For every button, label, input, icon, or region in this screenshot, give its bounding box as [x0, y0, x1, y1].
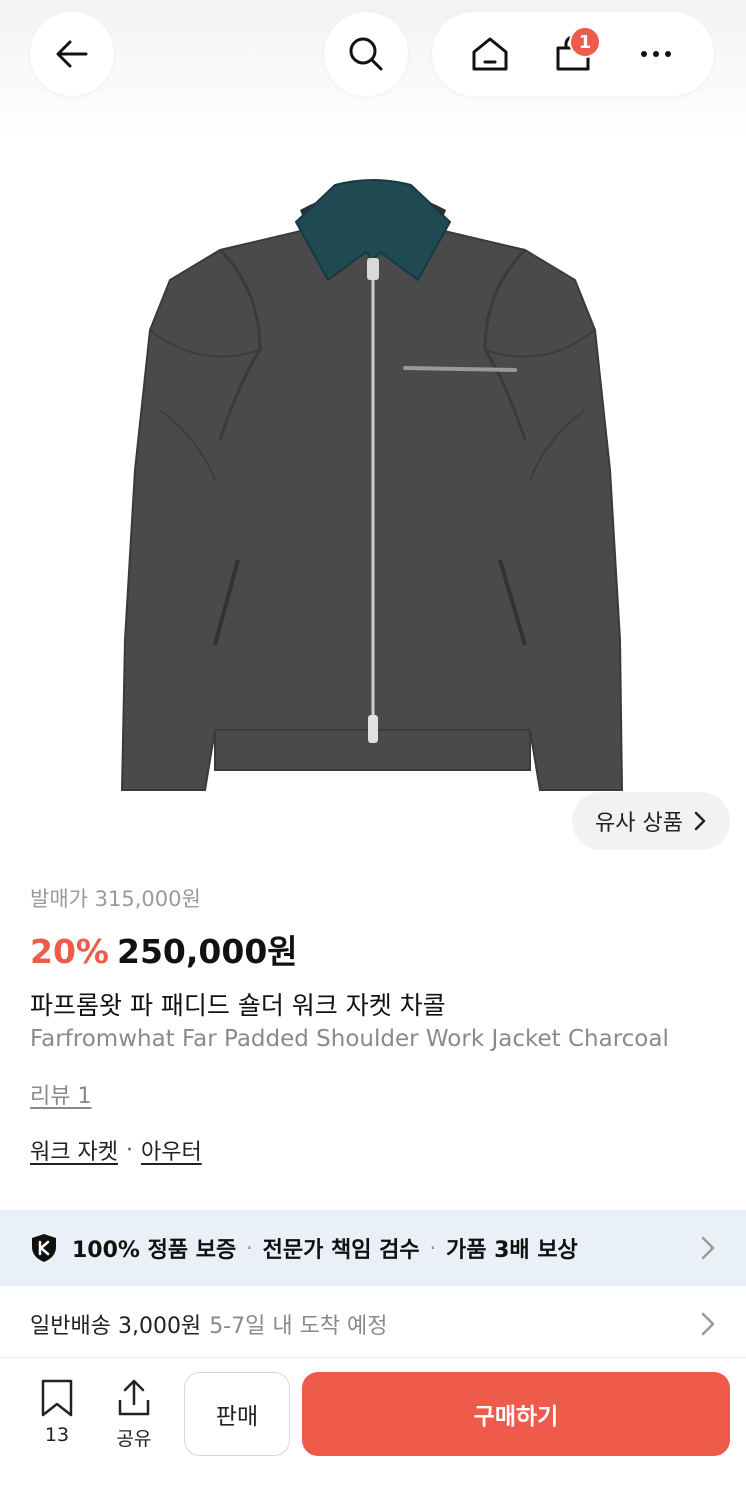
sell-button[interactable]: 판매: [184, 1372, 290, 1456]
chevron-right-icon: [701, 1312, 715, 1335]
chevron-right-icon: [701, 1236, 715, 1260]
more-button[interactable]: [626, 24, 686, 84]
share-icon: [118, 1379, 150, 1416]
guarantee-separator: ·: [429, 1236, 436, 1260]
guarantee-item-compensation: 가품 3배 보상: [445, 1238, 578, 1263]
similar-products-button[interactable]: 유사 상품: [572, 792, 730, 850]
jacket-illustration: [120, 179, 624, 791]
similar-products-label: 유사 상품: [595, 811, 683, 836]
price-row: 20% 250,000원: [30, 925, 720, 973]
bookmark-icon: [41, 1379, 73, 1417]
share-button[interactable]: 공유: [104, 1378, 164, 1458]
buy-button[interactable]: 구매하기: [302, 1372, 730, 1456]
category-links: 워크 자켓 · 아우터: [30, 1134, 202, 1166]
shipping-eta: 5-7일 내 도착 예정: [209, 1313, 388, 1339]
guarantee-item-inspection: 전문가 책임 검수: [262, 1238, 420, 1263]
search-button[interactable]: [324, 12, 408, 96]
cart-button[interactable]: 1: [543, 24, 603, 84]
chevron-right-icon: [694, 811, 706, 831]
category-separator: ·: [125, 1137, 133, 1163]
shipping-info-row[interactable]: 일반배송 3,000원 5-7일 내 도착 예정: [0, 1290, 746, 1358]
top-nav: 1: [0, 0, 746, 140]
search-icon: [349, 37, 383, 71]
shipping-fee: 일반배송 3,000원: [30, 1313, 202, 1339]
home-icon: [472, 37, 508, 71]
product-image[interactable]: [0, 140, 746, 860]
bookmark-count: 13: [44, 1424, 70, 1446]
more-icon: [641, 51, 672, 57]
price-block: 발매가 315,000원 20% 250,000원: [30, 883, 720, 973]
category-link-work-jacket[interactable]: 워크 자켓: [30, 1134, 118, 1166]
bottom-action-bar: 13 공유 판매 구매하기: [0, 1360, 746, 1500]
review-link[interactable]: 리뷰 1: [30, 1078, 91, 1110]
discount-rate: 20%: [30, 932, 109, 971]
product-title-kr: 파프롬왓 파 패디드 숄더 워크 자켓 차콜: [30, 991, 446, 1020]
current-price: 250,000원: [117, 932, 298, 971]
cart-count-badge: 1: [568, 26, 601, 58]
back-button[interactable]: [30, 12, 114, 96]
back-arrow-icon: [56, 40, 88, 68]
shield-k-icon: [32, 1234, 56, 1262]
category-link-outer[interactable]: 아우터: [141, 1134, 202, 1166]
authenticity-guarantee-bar[interactable]: 100% 정품 보증 · 전문가 책임 검수 · 가품 3배 보상: [0, 1210, 746, 1286]
guarantee-item-authentic: 100% 정품 보증: [72, 1238, 237, 1263]
bookmark-button[interactable]: 13: [30, 1378, 84, 1458]
product-title-en: Farfromwhat Far Padded Shoulder Work Jac…: [30, 1026, 669, 1052]
release-price: 발매가 315,000원: [30, 887, 201, 911]
share-label: 공유: [116, 1428, 152, 1450]
nav-pill: 1: [432, 12, 714, 96]
guarantee-separator: ·: [246, 1236, 253, 1260]
home-button[interactable]: [460, 24, 520, 84]
